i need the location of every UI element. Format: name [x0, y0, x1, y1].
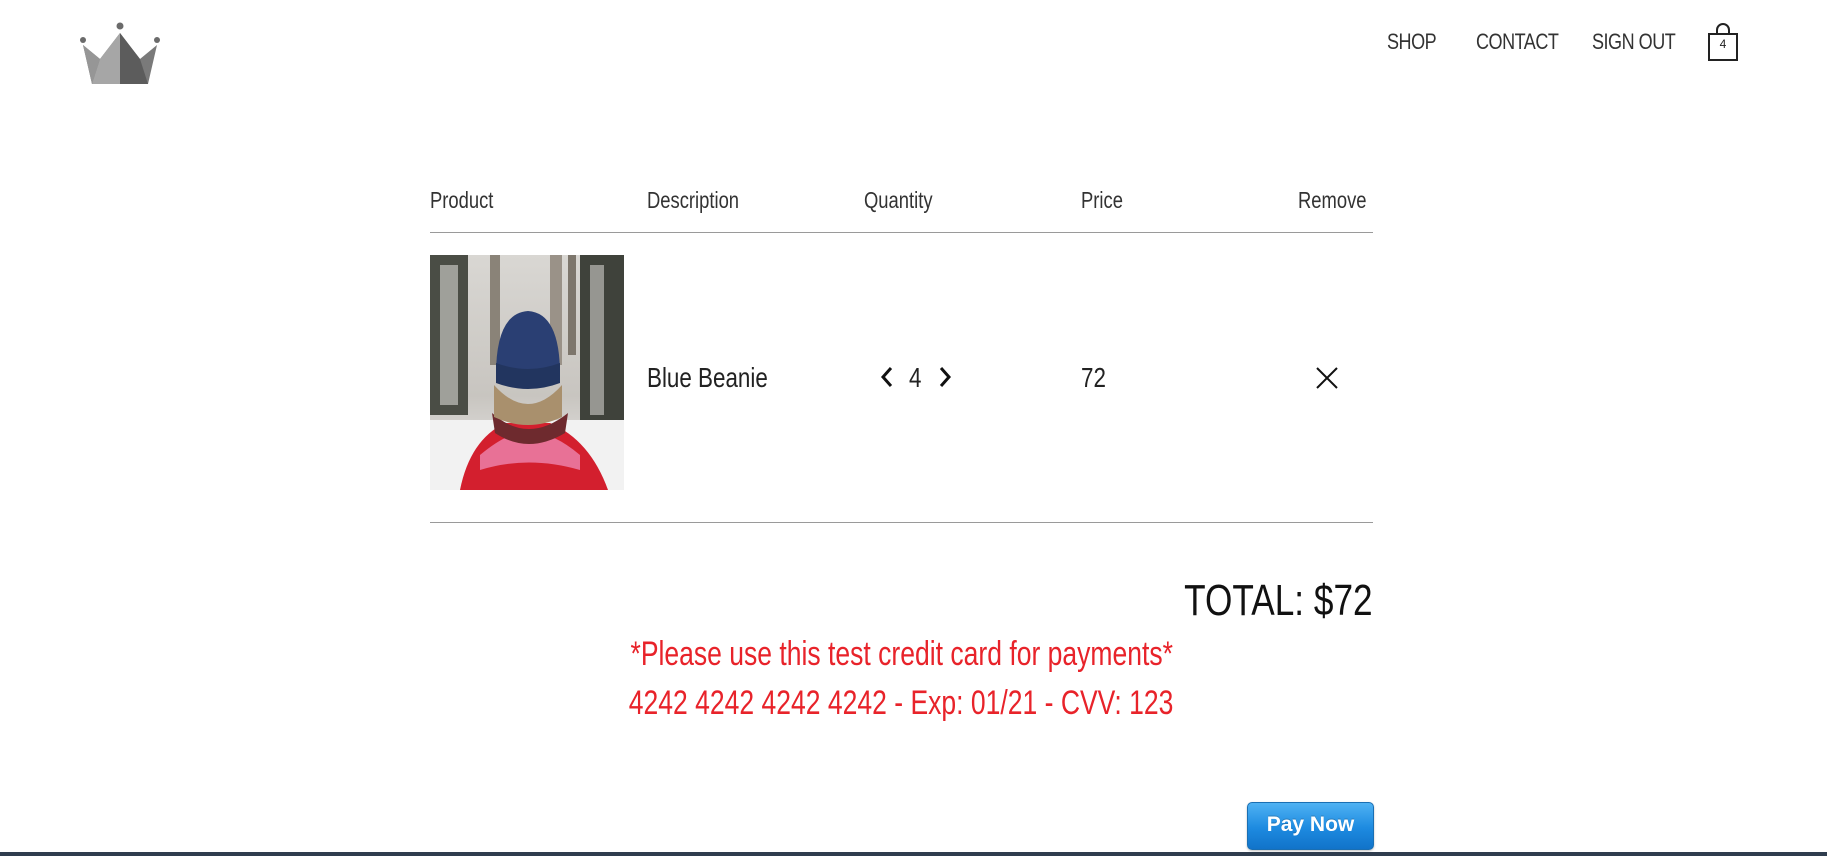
- quantity-value: 4: [909, 362, 922, 393]
- product-image-blue-beanie: [430, 255, 624, 490]
- crown-logo[interactable]: [78, 22, 162, 88]
- header-quantity: Quantity: [864, 187, 933, 213]
- remove-item-button[interactable]: [1314, 365, 1340, 391]
- cart-count-badge: 4: [1719, 37, 1727, 51]
- row-divider: [430, 522, 1373, 523]
- close-icon: [1316, 367, 1338, 389]
- cart-total: TOTAL: $72: [1184, 576, 1373, 625]
- header-description: Description: [647, 187, 740, 213]
- site-header: SHOP CONTACT SIGN OUT 4: [0, 0, 1827, 100]
- pay-now-button[interactable]: Pay Now: [1247, 802, 1374, 850]
- header-product: Product: [430, 187, 494, 213]
- test-card-notice-line-2: 4242 4242 4242 4242 - Exp: 01/21 - CVV: …: [629, 684, 1174, 722]
- nav-shop[interactable]: SHOP: [1387, 26, 1437, 58]
- header-price: Price: [1081, 187, 1123, 213]
- quantity-decrease-button[interactable]: [876, 362, 898, 392]
- product-price: 72: [1081, 362, 1106, 393]
- test-card-notice: *Please use this test credit card for pa…: [430, 632, 1373, 676]
- quantity-increase-button[interactable]: [934, 362, 956, 392]
- cart-button[interactable]: 4: [1706, 22, 1740, 62]
- nav-contact[interactable]: CONTACT: [1476, 26, 1559, 58]
- chevron-left-icon: [880, 367, 893, 387]
- header-remove: Remove: [1298, 187, 1367, 213]
- bottom-edge-bar: [0, 852, 1827, 856]
- test-card-details: 4242 4242 4242 4242 - Exp: 01/21 - CVV: …: [430, 681, 1373, 725]
- nav-sign-out[interactable]: SIGN OUT: [1592, 26, 1676, 58]
- header-divider: [430, 232, 1373, 233]
- product-description: Blue Beanie: [647, 362, 768, 393]
- test-card-notice-line-1: *Please use this test credit card for pa…: [630, 635, 1173, 673]
- chevron-right-icon: [939, 367, 952, 387]
